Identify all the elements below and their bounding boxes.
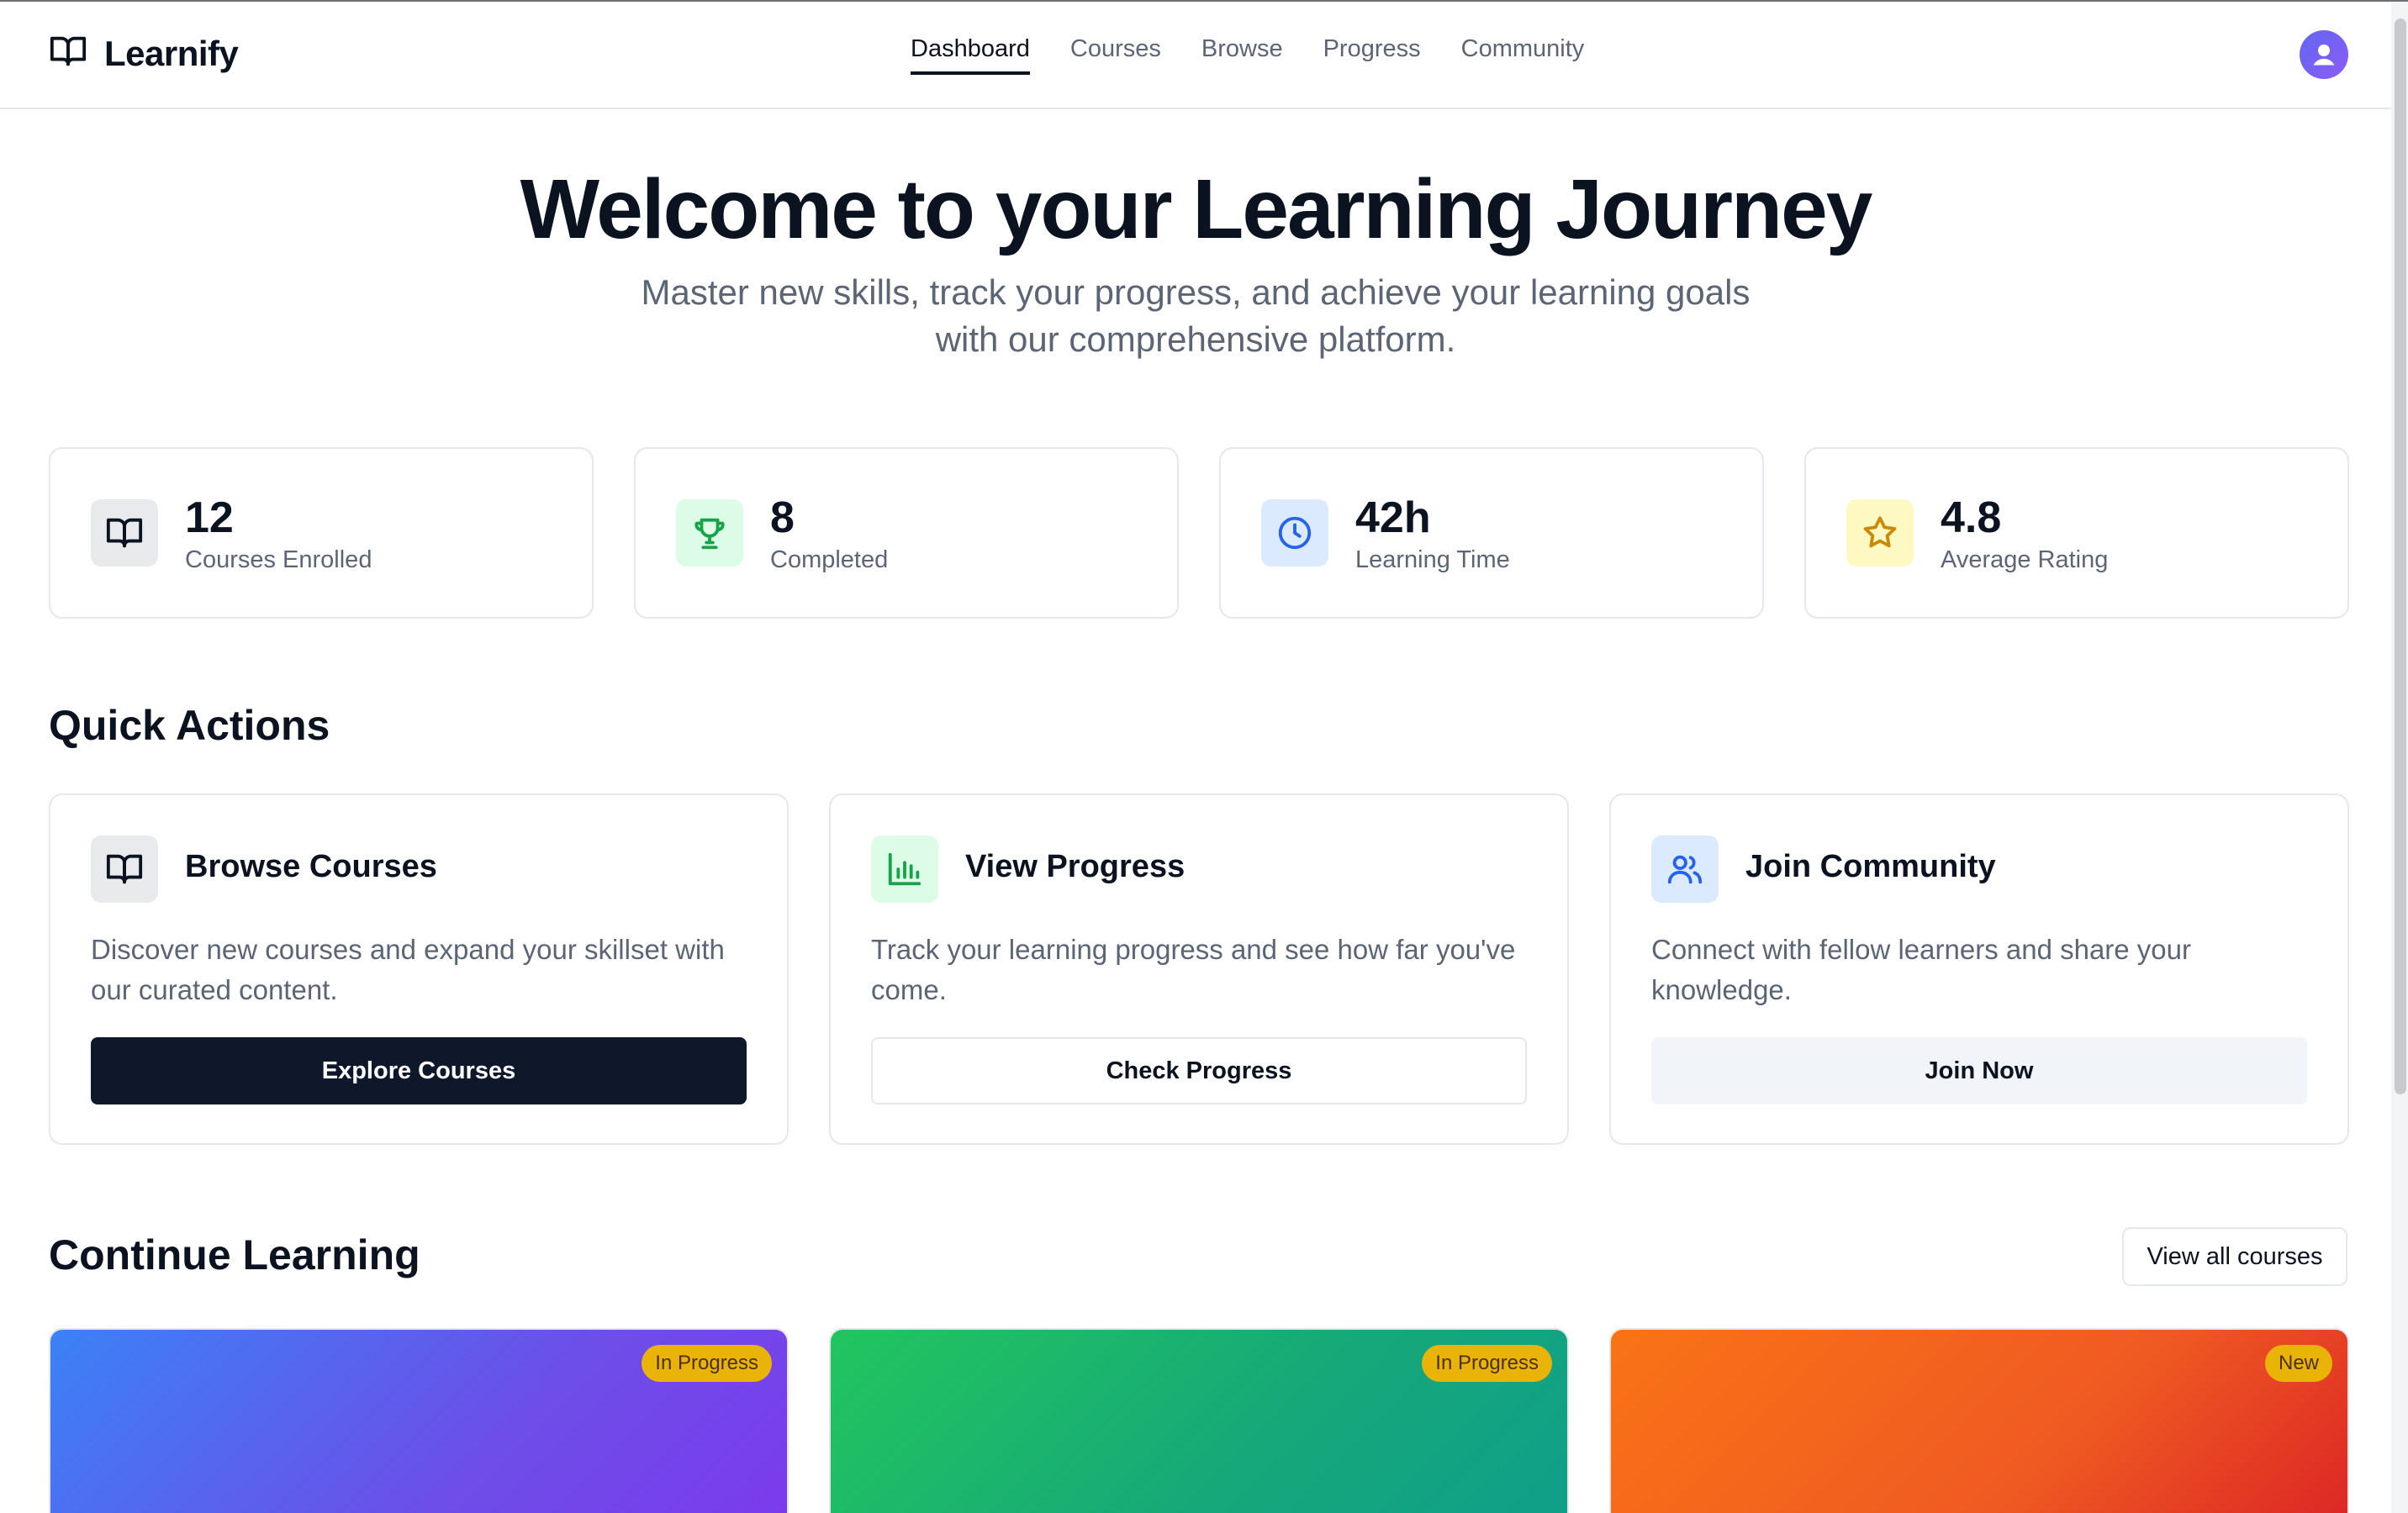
nav-link-browse[interactable]: Browse bbox=[1201, 35, 1283, 71]
stat-value: 4.8 bbox=[1941, 493, 2002, 542]
action-title: Browse Courses bbox=[185, 849, 437, 884]
page: Learnify Dashboard Courses Browse Progre… bbox=[0, 0, 2408, 1513]
top-navbar: Learnify Dashboard Courses Browse Progre… bbox=[0, 2, 2391, 109]
stat-card-completed: 8 Completed bbox=[634, 447, 1179, 619]
clock-icon bbox=[1261, 499, 1328, 567]
book-icon bbox=[49, 32, 87, 75]
stat-card-learning-time: 42h Learning Time bbox=[1219, 447, 1764, 619]
course-card[interactable]: In Progress bbox=[49, 1328, 789, 1513]
check-progress-button[interactable]: Check Progress bbox=[871, 1037, 1527, 1104]
status-badge: New bbox=[2264, 1345, 2332, 1382]
page-scrollbar[interactable] bbox=[2391, 2, 2408, 1513]
continue-learning-heading: Continue Learning bbox=[49, 1231, 420, 1278]
book-icon bbox=[91, 499, 158, 567]
nav-link-progress[interactable]: Progress bbox=[1323, 35, 1421, 71]
action-description: Track your learning progress and see how… bbox=[871, 934, 1516, 1005]
stat-card-average-rating: 4.8 Average Rating bbox=[1804, 447, 2349, 619]
action-title: View Progress bbox=[965, 849, 1186, 884]
users-icon bbox=[1651, 836, 1719, 903]
nav-link-community[interactable]: Community bbox=[1461, 35, 1585, 71]
scrollbar-thumb[interactable] bbox=[2395, 18, 2406, 1094]
stat-label: Learning Time bbox=[1355, 546, 1510, 573]
join-now-button[interactable]: Join Now bbox=[1651, 1037, 2307, 1104]
user-avatar[interactable] bbox=[2300, 30, 2348, 79]
stat-value: 42h bbox=[1355, 493, 1431, 542]
brand-name: Learnify bbox=[104, 33, 239, 73]
brand[interactable]: Learnify bbox=[49, 32, 239, 75]
bar-chart-icon bbox=[871, 836, 938, 903]
star-icon bbox=[1846, 499, 1914, 567]
main-nav: Dashboard Courses Browse Progress Commun… bbox=[911, 35, 1584, 75]
nav-link-courses[interactable]: Courses bbox=[1070, 35, 1161, 71]
course-banner bbox=[1611, 1330, 2347, 1513]
user-icon bbox=[2313, 45, 2335, 66]
quick-actions-heading: Quick Actions bbox=[49, 702, 330, 749]
course-card[interactable]: New bbox=[1609, 1328, 2349, 1513]
status-badge: In Progress bbox=[1422, 1345, 1552, 1382]
view-all-courses-button[interactable]: View all courses bbox=[2122, 1227, 2347, 1286]
action-title: Join Community bbox=[1745, 849, 1996, 884]
stat-card-courses-enrolled: 12 Courses Enrolled bbox=[49, 447, 594, 619]
book-icon bbox=[91, 836, 158, 903]
stat-label: Completed bbox=[770, 546, 889, 573]
stat-value: 12 bbox=[185, 493, 234, 542]
stat-label: Average Rating bbox=[1941, 546, 2109, 573]
stat-value: 8 bbox=[770, 493, 795, 542]
course-card[interactable]: In Progress bbox=[829, 1328, 1569, 1513]
status-badge: In Progress bbox=[642, 1345, 772, 1382]
stat-label: Courses Enrolled bbox=[185, 546, 372, 573]
explore-courses-button[interactable]: Explore Courses bbox=[91, 1037, 747, 1104]
page-subtitle: Master new skills, track your progress, … bbox=[641, 272, 1751, 359]
trophy-icon bbox=[676, 499, 743, 567]
page-title: Welcome to your Learning Journey bbox=[520, 162, 1873, 256]
action-card-browse-courses: Browse Courses Discover new courses and … bbox=[49, 793, 789, 1145]
action-card-view-progress: View Progress Track your learning progre… bbox=[829, 793, 1569, 1145]
action-description: Discover new courses and expand your ski… bbox=[91, 934, 725, 1005]
action-card-join-community: Join Community Connect with fellow learn… bbox=[1609, 793, 2349, 1145]
action-description: Connect with fellow learners and share y… bbox=[1651, 934, 2192, 1005]
nav-link-dashboard[interactable]: Dashboard bbox=[911, 35, 1030, 75]
